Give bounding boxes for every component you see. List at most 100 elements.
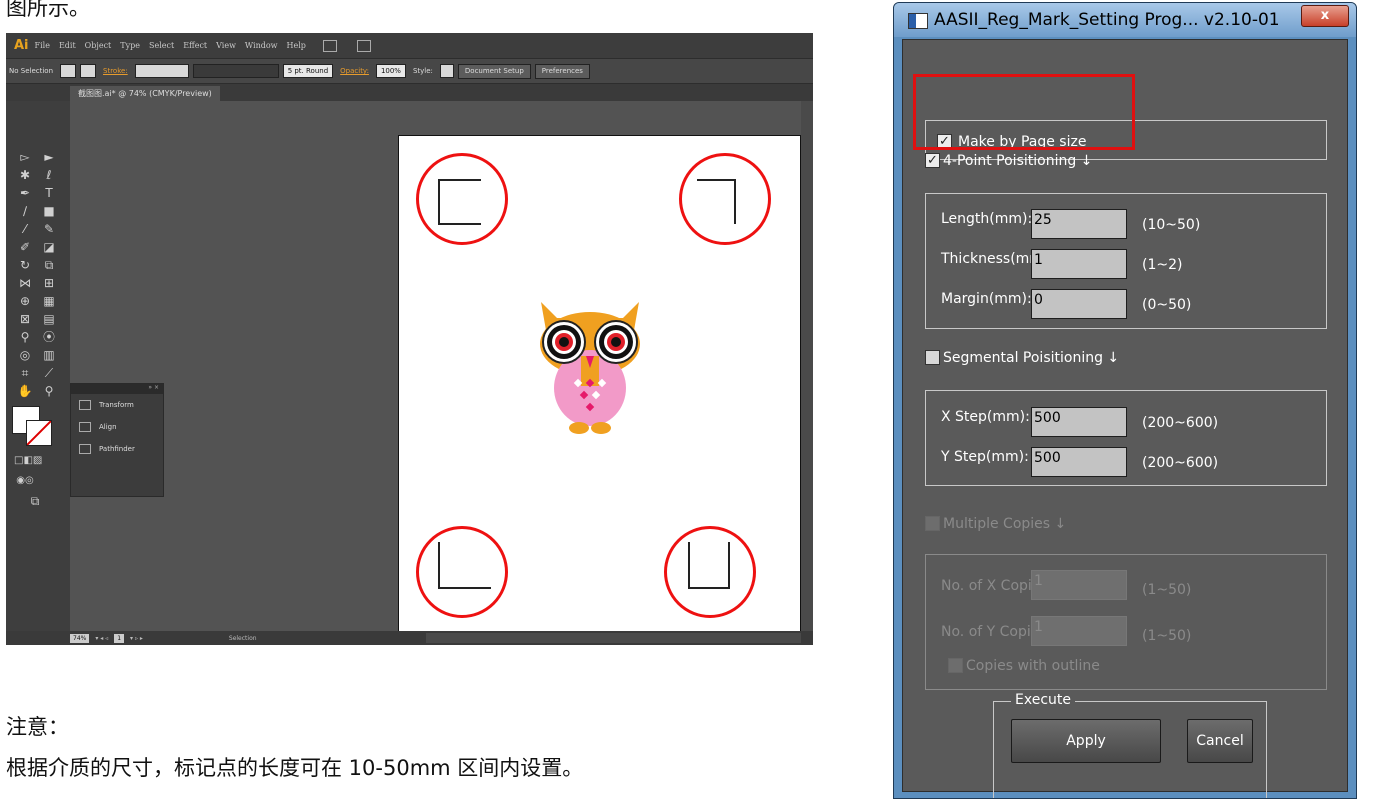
menu-file[interactable]: File (35, 41, 50, 50)
variable-width-profile[interactable] (192, 64, 279, 78)
menu-window[interactable]: Window (245, 41, 278, 50)
stroke-color-picker[interactable] (80, 64, 97, 78)
y-step-field[interactable]: 500 (1031, 447, 1127, 477)
margin-range: (0~50) (1142, 297, 1192, 313)
stroke-weight-field[interactable] (134, 64, 189, 78)
blend-tool-icon[interactable]: ⦿ (38, 329, 60, 345)
floating-panel: » × Transform Align Pathfinder (70, 383, 164, 497)
y-copies-field[interactable]: 1 (1031, 616, 1127, 646)
menu-select[interactable]: Select (149, 41, 174, 50)
apply-button[interactable]: Apply (1011, 719, 1161, 763)
page-nav-icons[interactable]: ▾ ◂ ◃ (95, 635, 108, 642)
vertical-scrollbar[interactable] (801, 101, 813, 631)
stroke-swatch[interactable] (26, 420, 52, 446)
magic-wand-tool-icon[interactable]: ✱ (14, 167, 36, 183)
opacity-field[interactable]: 100% (375, 64, 406, 78)
eraser-tool-icon[interactable]: ◪ (38, 239, 60, 255)
rectangle-tool-icon[interactable]: ■ (38, 203, 60, 219)
execute-group-label: Execute (1011, 692, 1075, 708)
mesh-tool-icon[interactable]: ⊠ (14, 311, 36, 327)
page-number-field[interactable]: 1 (114, 633, 125, 643)
owl-illustration[interactable] (533, 296, 647, 436)
width-tool-icon[interactable]: ⋈ (14, 275, 36, 291)
gradient-tool-icon[interactable]: ▤ (38, 311, 60, 327)
screen-mode-icon[interactable]: ⧉ (24, 493, 46, 509)
length-field[interactable]: 25 (1031, 209, 1127, 239)
multiple-copies-label[interactable]: Multiple Copies ↓ (943, 516, 1066, 532)
panel-header[interactable]: » × (71, 384, 163, 394)
direct-selection-tool-icon[interactable]: ► (38, 149, 60, 165)
line-tool-icon[interactable]: ∕ (14, 203, 36, 219)
segmental-checkbox[interactable] (925, 350, 940, 365)
free-transform-tool-icon[interactable]: ⊞ (38, 275, 60, 291)
color-mode-icon[interactable]: □◧▨ (14, 453, 42, 469)
document-setup-button[interactable]: Document Setup (457, 63, 531, 79)
panel-item-label: Align (99, 423, 117, 431)
zoom-tool-icon[interactable]: ⚲ (38, 383, 60, 399)
x-copies-range: (1~50) (1142, 582, 1192, 598)
thickness-field[interactable]: 1 (1031, 249, 1127, 279)
graphic-style-picker[interactable] (439, 64, 454, 78)
menu-effect[interactable]: Effect (183, 41, 207, 50)
menu-object[interactable]: Object (85, 41, 112, 50)
eyedropper-tool-icon[interactable]: ⚲ (14, 329, 36, 345)
current-tool-status: Selection (228, 634, 257, 642)
copies-outline-label[interactable]: Copies with outline (966, 658, 1100, 674)
margin-field[interactable]: 0 (1031, 289, 1127, 319)
registration-mark-top-left (438, 179, 481, 225)
opacity-label[interactable]: Opacity: (337, 67, 372, 75)
dialog-titlebar[interactable]: AASII_Reg_Mark_Setting Prog... v2.10-01 … (894, 3, 1356, 37)
multiple-copies-checkbox[interactable] (925, 516, 940, 531)
slice-tool-icon[interactable]: ⟋ (38, 365, 60, 381)
type-tool-icon[interactable]: T (38, 185, 60, 201)
segmental-label[interactable]: Segmental Poisitioning ↓ (943, 350, 1119, 366)
scale-tool-icon[interactable]: ⧉ (38, 257, 60, 273)
menu-view[interactable]: View (216, 41, 236, 50)
arrange-documents-icon[interactable] (356, 39, 371, 52)
panel-item-align[interactable]: Align (71, 416, 163, 438)
pen-tool-icon[interactable]: ✒ (14, 185, 36, 201)
symbol-sprayer-tool-icon[interactable]: ◎ (14, 347, 36, 363)
preferences-button[interactable]: Preferences (534, 63, 590, 79)
x-step-field[interactable]: 500 (1031, 407, 1127, 437)
column-graph-tool-icon[interactable]: ▥ (38, 347, 60, 363)
menu-edit[interactable]: Edit (59, 41, 76, 50)
horizontal-scrollbar[interactable] (426, 633, 801, 643)
menu-help[interactable]: Help (287, 41, 306, 50)
x-step-range: (200~600) (1142, 415, 1219, 431)
page-nav-icons[interactable]: ▾ ▹ ▸ (130, 635, 143, 642)
draw-mode-icon[interactable]: ◉◎ (14, 473, 36, 489)
paintbrush-tool-icon[interactable]: ⁄ (14, 221, 36, 237)
cancel-button[interactable]: Cancel (1187, 719, 1253, 763)
shape-builder-tool-icon[interactable]: ⊕ (14, 293, 36, 309)
document-tab-row: 截图图.ai* @ 74% (CMYK/Preview) (6, 84, 813, 101)
align-icon (79, 422, 91, 432)
panel-item-label: Pathfinder (99, 445, 135, 453)
x-copies-field[interactable]: 1 (1031, 570, 1127, 600)
four-point-label[interactable]: 4-Point Poisitioning ↓ (943, 153, 1092, 169)
bridge-icon[interactable] (322, 39, 337, 52)
copies-outline-checkbox[interactable] (948, 658, 963, 673)
brush-definition[interactable]: 5 pt. Round (282, 64, 334, 78)
lasso-tool-icon[interactable]: ℓ (38, 167, 60, 183)
artboard-tool-icon[interactable]: ⌗ (14, 365, 36, 381)
artboard[interactable] (398, 135, 801, 633)
perspective-grid-tool-icon[interactable]: ▦ (38, 293, 60, 309)
panel-item-transform[interactable]: Transform (71, 394, 163, 416)
selection-tool-icon[interactable]: ▻ (14, 149, 36, 165)
pencil-tool-icon[interactable]: ✎ (38, 221, 60, 237)
hand-tool-icon[interactable]: ✋ (14, 383, 36, 399)
blob-brush-tool-icon[interactable]: ✐ (14, 239, 36, 255)
menu-type[interactable]: Type (120, 41, 140, 50)
document-tab[interactable]: 截图图.ai* @ 74% (CMYK/Preview) (70, 86, 220, 101)
close-button[interactable]: x (1301, 5, 1349, 27)
y-copies-range: (1~50) (1142, 628, 1192, 644)
rotate-tool-icon[interactable]: ↻ (14, 257, 36, 273)
fill-color-picker[interactable] (60, 64, 77, 78)
panel-item-pathfinder[interactable]: Pathfinder (71, 438, 163, 460)
four-point-checkbox[interactable]: ✓ (925, 153, 940, 168)
stroke-label[interactable]: Stroke: (100, 67, 131, 75)
zoom-level-field[interactable]: 74% (70, 633, 90, 643)
control-bar: No Selection Stroke: 5 pt. Round Opacity… (6, 58, 813, 84)
illustrator-menubar: Ai File Edit Object Type Select Effect V… (6, 33, 813, 58)
